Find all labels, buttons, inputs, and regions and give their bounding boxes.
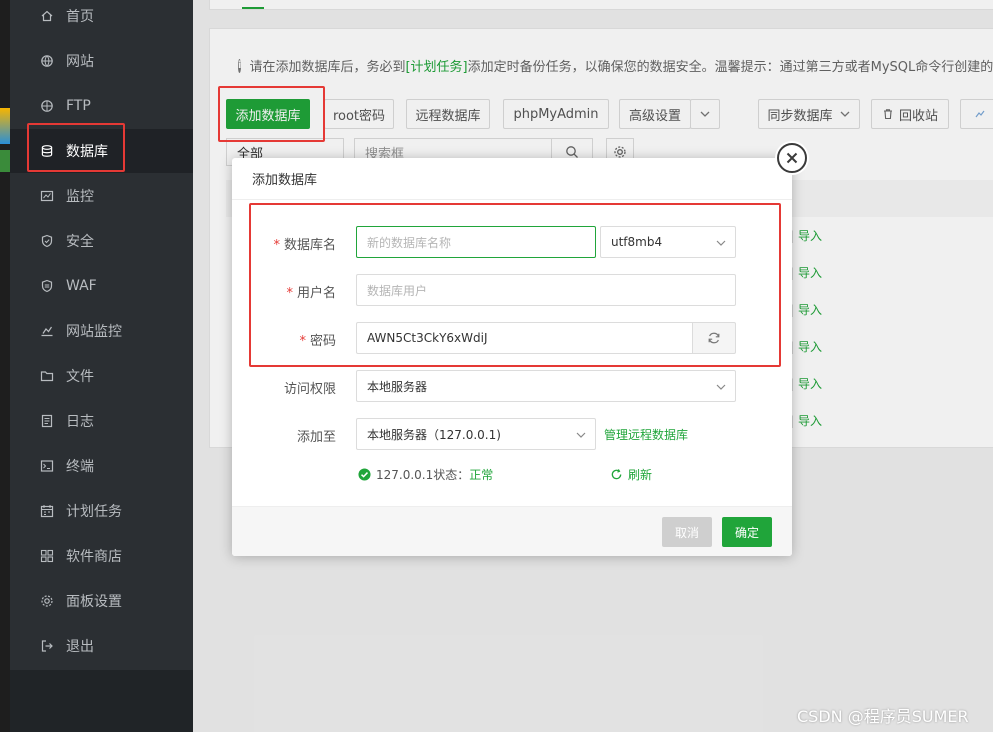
apps-icon bbox=[40, 549, 54, 563]
sidebar-item-11[interactable]: 计划任务 bbox=[10, 489, 193, 533]
sidebar-item-label: 面板设置 bbox=[66, 591, 122, 611]
cancel-button[interactable]: 取消 bbox=[662, 517, 712, 547]
sidebar-item-3[interactable]: 数据库 bbox=[10, 129, 193, 173]
username-input[interactable]: 数据库用户 bbox=[356, 274, 736, 306]
refresh-icon bbox=[610, 468, 623, 481]
sidebar-item-2[interactable]: FTP bbox=[10, 84, 193, 128]
folder-icon bbox=[40, 369, 54, 383]
log-icon bbox=[40, 414, 54, 428]
sidebar-item-9[interactable]: 日志 bbox=[10, 399, 193, 443]
sidebar-item-label: 监控 bbox=[66, 186, 94, 206]
charset-select[interactable]: utf8mb4 bbox=[600, 226, 736, 258]
chevron-down-icon bbox=[575, 429, 587, 441]
logout-icon bbox=[40, 639, 54, 653]
add-database-dialog: 添加数据库 *数据库名 新的数据库名称 utf8mb4 *用户名 数据库用户 *… bbox=[232, 158, 792, 556]
check-circle-icon bbox=[358, 468, 371, 481]
sidebar-item-5[interactable]: 安全 bbox=[10, 219, 193, 263]
sidebar-item-12[interactable]: 软件商店 bbox=[10, 534, 193, 578]
sidebar-item-label: 首页 bbox=[66, 6, 94, 26]
waf-shield-icon bbox=[40, 279, 54, 293]
sidebar-item-label: 文件 bbox=[66, 366, 94, 386]
chevron-down-icon bbox=[715, 237, 727, 249]
confirm-button[interactable]: 确定 bbox=[722, 517, 772, 547]
dialog-title: 添加数据库 bbox=[232, 158, 792, 200]
add-to-label: 添加至 bbox=[232, 426, 336, 445]
access-select[interactable]: 本地服务器 bbox=[356, 370, 736, 402]
refresh-status-link[interactable]: 刷新 bbox=[610, 466, 652, 483]
db-name-label: *数据库名 bbox=[232, 234, 336, 253]
sidebar-item-4[interactable]: 监控 bbox=[10, 174, 193, 218]
sidebar-item-label: 退出 bbox=[66, 636, 94, 656]
sidebar-item-label: WAF bbox=[66, 278, 97, 294]
sidebar-item-8[interactable]: 文件 bbox=[10, 354, 193, 398]
site-monitor-icon bbox=[40, 324, 54, 338]
sidebar-item-label: 软件商店 bbox=[66, 546, 122, 566]
password-input[interactable]: AWN5Ct3CkY6xWdiJ bbox=[356, 322, 693, 354]
sidebar-item-label: 终端 bbox=[66, 456, 94, 476]
password-label: *密码 bbox=[232, 330, 336, 349]
access-label: 访问权限 bbox=[232, 378, 336, 397]
regenerate-password-button[interactable] bbox=[692, 322, 736, 354]
gear-icon bbox=[40, 594, 54, 608]
sidebar-item-label: 日志 bbox=[66, 411, 94, 431]
sidebar-item-13[interactable]: 面板设置 bbox=[10, 579, 193, 623]
close-icon bbox=[785, 151, 799, 165]
database-icon bbox=[40, 144, 54, 158]
sidebar-item-14[interactable]: 退出 bbox=[10, 624, 193, 668]
sidebar-item-10[interactable]: 终端 bbox=[10, 444, 193, 488]
sidebar-item-label: 网站 bbox=[66, 51, 94, 71]
sidebar-item-label: 数据库 bbox=[66, 141, 108, 161]
sidebar-item-1[interactable]: 网站 bbox=[10, 39, 193, 83]
desktop-icon-fragment bbox=[0, 150, 10, 172]
sidebar: 首页网站 FTP 数据库监控安全 WAF 网站监控文件日志终端计划任务软件商店面板设置退… bbox=[10, 0, 193, 732]
sidebar-item-label: 网站监控 bbox=[66, 321, 122, 341]
watermark: CSDN @程序员SUMER bbox=[797, 703, 969, 727]
desktop-edge bbox=[0, 0, 10, 732]
server-status: 127.0.0.1状态：正常 bbox=[358, 466, 493, 483]
sidebar-item-label: 计划任务 bbox=[66, 501, 122, 521]
dialog-close-button[interactable] bbox=[777, 143, 807, 173]
add-to-select[interactable]: 本地服务器（127.0.0.1) bbox=[356, 418, 596, 450]
manage-remote-db-link[interactable]: 管理远程数据库 bbox=[604, 426, 688, 443]
username-label: *用户名 bbox=[232, 282, 336, 301]
monitor-chart-icon bbox=[40, 189, 54, 203]
calendar-icon bbox=[40, 504, 54, 518]
sidebar-item-label: 安全 bbox=[66, 231, 94, 251]
sidebar-item-label: FTP bbox=[66, 98, 91, 114]
globe-icon bbox=[40, 54, 54, 68]
db-name-input[interactable]: 新的数据库名称 bbox=[356, 226, 596, 258]
sidebar-item-6[interactable]: WAF bbox=[10, 264, 193, 308]
ftp-globe-icon bbox=[40, 99, 54, 113]
dialog-footer: 取消 确定 bbox=[232, 506, 792, 556]
terminal-icon bbox=[40, 459, 54, 473]
refresh-icon bbox=[707, 331, 721, 345]
desktop-icon-fragment bbox=[0, 108, 10, 144]
home-icon bbox=[40, 9, 54, 23]
chevron-down-icon bbox=[715, 381, 727, 393]
sidebar-item-0[interactable]: 首页 bbox=[10, 0, 193, 38]
shield-icon bbox=[40, 234, 54, 248]
sidebar-item-7[interactable]: 网站监控 bbox=[10, 309, 193, 353]
